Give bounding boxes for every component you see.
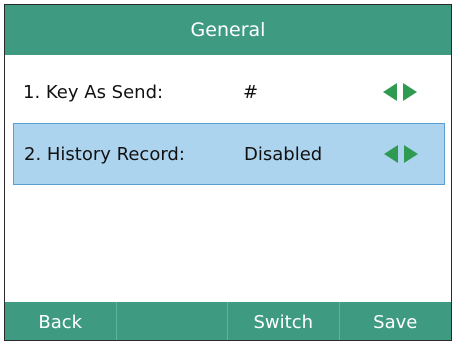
page-title: General [190, 19, 266, 41]
back-softkey[interactable]: Back [5, 302, 117, 340]
arrow-left-icon[interactable] [384, 145, 398, 163]
setting-label: 2. History Record: [24, 143, 185, 165]
setting-row-history-record[interactable]: 2. History Record: Disabled [13, 123, 445, 185]
arrow-right-icon[interactable] [404, 145, 418, 163]
value-switcher[interactable] [383, 61, 417, 123]
arrow-right-icon[interactable] [403, 83, 417, 101]
save-softkey[interactable]: Save [340, 302, 452, 340]
softkey-bar: Back Switch Save [5, 302, 452, 340]
setting-value: # [243, 81, 259, 103]
empty-softkey[interactable] [117, 302, 228, 340]
value-switcher[interactable] [384, 124, 418, 184]
switch-softkey[interactable]: Switch [228, 302, 340, 340]
setting-label: 1. Key As Send: [23, 81, 164, 103]
phone-screen: General 1. Key As Send: # 2. History Rec… [4, 4, 452, 341]
title-bar: General [5, 5, 451, 55]
setting-row-key-as-send[interactable]: 1. Key As Send: # [13, 61, 445, 123]
arrow-left-icon[interactable] [383, 83, 397, 101]
setting-value: Disabled [244, 143, 323, 165]
